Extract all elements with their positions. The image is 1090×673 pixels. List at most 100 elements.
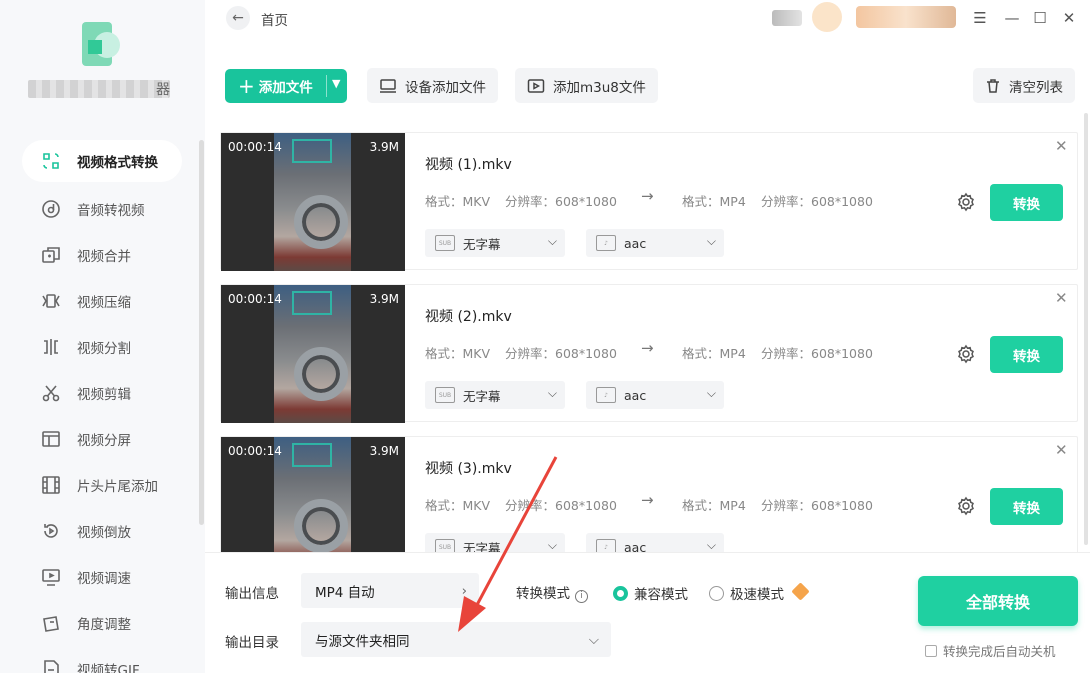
clear-list-button[interactable]: 清空列表 (973, 68, 1075, 103)
sidebar-item-video-compress[interactable]: 视频压缩 (22, 278, 182, 324)
subtitle-icon: SUB (435, 539, 455, 552)
sidebar-item-reverse[interactable]: 视频倒放 (22, 508, 182, 554)
sidebar-item-label: 视频转GIF (77, 663, 140, 673)
close-icon[interactable]: ✕ (1055, 441, 1068, 459)
close-icon[interactable]: ✕ (1055, 137, 1068, 155)
app-name-blurred (28, 80, 170, 98)
gear-icon[interactable] (956, 192, 976, 212)
chevron-down-icon: ⌵ (706, 538, 716, 552)
close-window-icon[interactable]: ✕ (1059, 8, 1079, 28)
subtitle-select[interactable]: SUB 无字幕 ⌵ (425, 381, 565, 409)
auto-shutdown-checkbox[interactable]: 转换完成后自动关机 (925, 641, 1056, 660)
convert-all-button[interactable]: 全部转换 (918, 576, 1078, 626)
mode-compat-radio[interactable]: 兼容模式 (613, 583, 688, 603)
user-badge-blurred (772, 10, 802, 26)
audio-value: aac (624, 387, 647, 403)
username-blurred[interactable] (856, 6, 956, 28)
sidebar-item-speed[interactable]: 视频调速 (22, 554, 182, 600)
arrow-right-icon: → (641, 339, 654, 357)
rotate-icon (40, 612, 62, 634)
chevron-down-icon: ⌵ (547, 538, 557, 552)
sidebar: 器 视频格式转换 音频转视频 视频合并 视频压缩 视频分割 视频剪辑 视频分屏 (0, 0, 205, 673)
sidebar-item-split-screen[interactable]: 视频分屏 (22, 416, 182, 462)
duration: 00:00:14 (228, 292, 282, 306)
compress-icon (40, 290, 62, 312)
source-resolution: 分辨率：608*1080 (505, 498, 617, 513)
video-thumbnail[interactable]: 00:00:14 3.9M (221, 437, 405, 552)
duration: 00:00:14 (228, 140, 282, 154)
split-screen-icon (40, 428, 62, 450)
output-dir-select[interactable]: 与源文件夹相同 ⌵ (301, 622, 611, 657)
film-icon (40, 474, 62, 496)
audio-select[interactable]: ♪ aac ⌵ (586, 229, 724, 257)
file-card: 00:00:14 3.9M 视频 (3).mkv 格式：MKV 分辨率：608*… (220, 436, 1078, 552)
file-list-scrollbar[interactable] (1084, 113, 1088, 545)
sidebar-item-format-convert[interactable]: 视频格式转换 (22, 140, 182, 182)
sidebar-item-video-to-gif[interactable]: 视频转GIF (22, 646, 182, 673)
audio-track-icon: ♪ (596, 235, 616, 251)
sidebar-item-audio-to-video[interactable]: 音频转视频 (22, 186, 182, 232)
convert-button[interactable]: 转换 (990, 336, 1063, 373)
menu-icon[interactable]: ☰ (970, 8, 990, 28)
sidebar-item-video-edit[interactable]: 视频剪辑 (22, 370, 182, 416)
gear-icon[interactable] (956, 496, 976, 516)
chevron-down-icon: ⌵ (588, 631, 599, 648)
gear-icon[interactable] (956, 344, 976, 364)
mode-fast-radio[interactable]: 极速模式 (709, 583, 784, 603)
maximize-icon[interactable]: ☐ (1030, 8, 1050, 28)
sidebar-item-label: 角度调整 (77, 617, 131, 633)
convert-button[interactable]: 转换 (990, 488, 1063, 525)
radio-checked-icon (613, 585, 628, 601)
minimize-icon[interactable]: — (1002, 8, 1022, 28)
audio-track-icon: ♪ (596, 387, 616, 403)
avatar[interactable] (812, 2, 842, 32)
chevron-down-icon: ⌵ (706, 234, 716, 248)
target-format: 格式：MP4 (682, 498, 746, 513)
output-dir-value: 与源文件夹相同 (315, 633, 410, 650)
convert-button[interactable]: 转换 (990, 184, 1063, 221)
audio-select[interactable]: ♪ aac ⌵ (586, 533, 724, 552)
subtitle-select[interactable]: SUB 无字幕 ⌵ (425, 229, 565, 257)
source-format: 格式：MKV (425, 346, 491, 361)
sidebar-item-intro-outro[interactable]: 片头片尾添加 (22, 462, 182, 508)
file-name: 视频 (3).mkv (425, 461, 512, 477)
sidebar-item-label: 视频压缩 (77, 295, 131, 311)
add-m3u8-label: 添加m3u8文件 (553, 79, 646, 96)
sidebar-item-label: 视频分屏 (77, 433, 131, 449)
subtitle-select[interactable]: SUB 无字幕 ⌵ (425, 533, 565, 552)
file-size: 3.9M (369, 292, 399, 306)
close-icon[interactable]: ✕ (1055, 289, 1068, 307)
video-thumbnail[interactable]: 00:00:14 3.9M (221, 285, 405, 423)
video-thumbnail[interactable]: 00:00:14 3.9M (221, 133, 405, 271)
mode-label-wrap: 转换模式 i (516, 582, 588, 603)
info-icon[interactable]: i (575, 589, 588, 603)
add-m3u8-button[interactable]: 添加m3u8文件 (515, 68, 658, 103)
file-name: 视频 (1).mkv (425, 157, 512, 173)
target-format: 格式：MP4 (682, 194, 746, 209)
breadcrumb[interactable]: 首页 (261, 9, 288, 29)
sidebar-item-label: 视频分割 (77, 341, 131, 357)
sidebar-item-label: 视频倒放 (77, 525, 131, 541)
chevron-down-icon[interactable]: ▼ (332, 77, 340, 90)
back-button[interactable]: ← (226, 6, 250, 30)
file-card: 00:00:14 3.9M 视频 (2).mkv 格式：MKV 分辨率：608*… (220, 284, 1078, 423)
reverse-icon (40, 520, 62, 542)
play-icon (527, 78, 545, 94)
split-icon (40, 336, 62, 358)
file-size: 3.9M (369, 444, 399, 458)
device-add-button[interactable]: 设备添加文件 (367, 68, 498, 103)
audio-value: aac (624, 539, 647, 553)
sidebar-scrollbar[interactable] (199, 140, 204, 525)
auto-shutdown-label: 转换完成后自动关机 (943, 644, 1056, 659)
sidebar-item-video-split[interactable]: 视频分割 (22, 324, 182, 370)
output-info-select[interactable]: MP4 自动 › (301, 573, 479, 608)
sidebar-nav: 视频格式转换 音频转视频 视频合并 视频压缩 视频分割 视频剪辑 视频分屏 片头… (22, 140, 182, 673)
radio-unchecked-icon (709, 585, 724, 601)
arrow-right-icon: → (641, 491, 654, 509)
subtitle-icon: SUB (435, 235, 455, 251)
subtitle-value: 无字幕 (463, 388, 501, 404)
audio-select[interactable]: ♪ aac ⌵ (586, 381, 724, 409)
sidebar-item-rotate[interactable]: 角度调整 (22, 600, 182, 646)
sidebar-item-video-merge[interactable]: 视频合并 (22, 232, 182, 278)
add-file-button[interactable]: + 添加文件 ▼ (225, 69, 347, 103)
